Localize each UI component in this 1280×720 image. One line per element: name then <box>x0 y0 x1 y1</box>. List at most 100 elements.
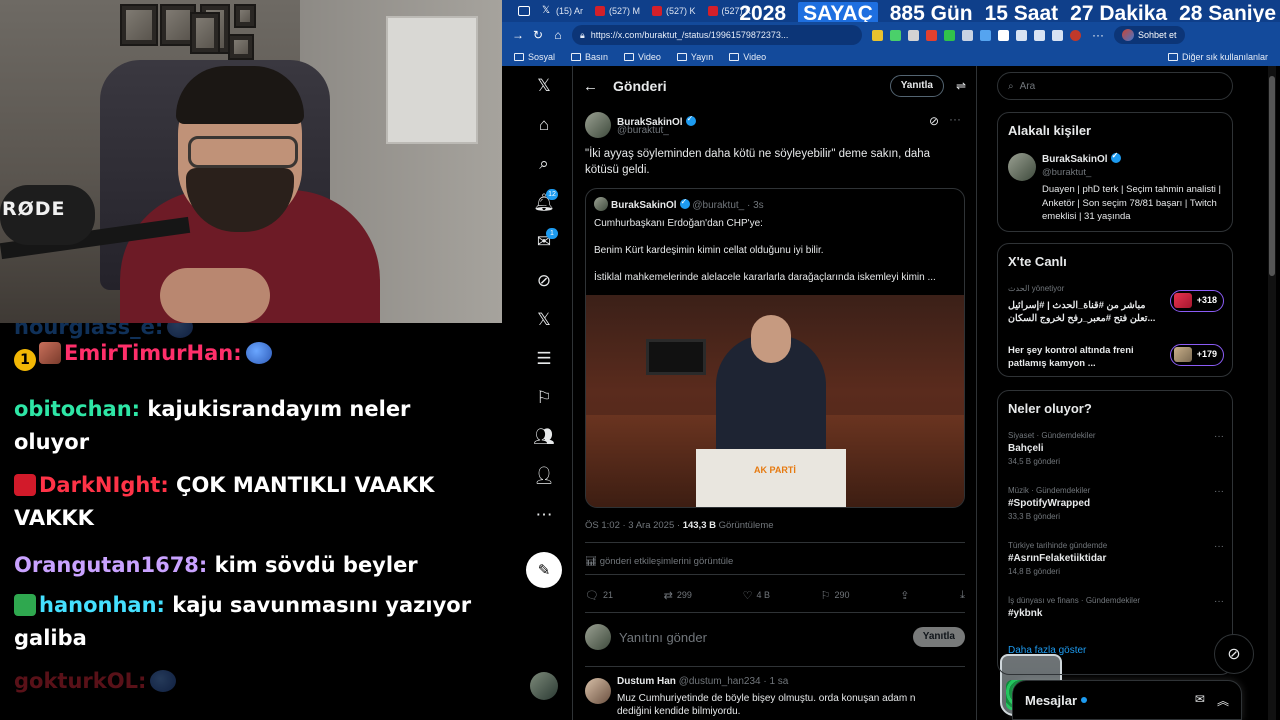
trend-more-icon[interactable]: ··· <box>1214 541 1224 552</box>
trend-item[interactable]: Müzik · Gündemdekiler #SpotifyWrapped 33,3… <box>1008 486 1224 521</box>
related-people-card: Alakalı kişiler BurakSakinOl @buraktut_ … <box>997 112 1233 232</box>
reply-avatar[interactable] <box>585 678 611 704</box>
chat-username[interactable]: DarkNIght: <box>39 473 169 497</box>
grok-floating-button[interactable]: ⊘ <box>1214 634 1254 674</box>
new-message-icon[interactable]: ✉ <box>1195 692 1205 709</box>
live-item[interactable]: Her şey kontrol altında freni patlamış k… <box>1008 344 1224 370</box>
messages-drawer[interactable]: Mesajlar ✉ ︽ <box>1012 680 1242 720</box>
reply-author-name[interactable]: Dustum Han <box>617 676 676 687</box>
bookmark-folder[interactable]: Sosyal <box>514 52 555 62</box>
chat-username[interactable]: obitochan: <box>14 397 140 421</box>
extensions-icon[interactable] <box>1052 29 1063 41</box>
reply-header-button[interactable]: Yanıtla <box>889 75 944 97</box>
quoted-line: Benim Kürt kardeşimin kimin cellat olduğ… <box>594 245 824 256</box>
trend-more-icon[interactable]: ··· <box>1214 596 1224 607</box>
home-icon[interactable]: ⌂ <box>524 105 564 145</box>
copilot-chat-button[interactable]: Sohbet et <box>1114 26 1185 44</box>
extension-icon[interactable] <box>980 29 991 41</box>
show-more-link[interactable]: Daha fazla göster <box>1008 645 1086 656</box>
browser-tab[interactable]: 𝕏 (15) Ar <box>536 0 589 22</box>
reply-submit-button[interactable]: Yanıtla <box>912 627 965 647</box>
profile-avatar-icon[interactable] <box>1070 29 1081 41</box>
bookmark-folder[interactable]: Yayın <box>676 52 713 62</box>
profile-icon[interactable]: 👤︎ <box>524 456 564 496</box>
scrollbar-thumb[interactable] <box>1269 76 1275 276</box>
home-icon[interactable]: ⌂ <box>548 28 568 42</box>
x-logo-icon[interactable]: 𝕏 <box>524 66 564 106</box>
bookmark-folder[interactable]: Video <box>729 52 766 62</box>
browser-tab[interactable]: (527) M <box>589 0 646 22</box>
favorites-icon[interactable] <box>1016 29 1027 41</box>
view-engagements-link[interactable]: 📊︎ gönderi etkileşimlerini görüntüle <box>585 556 733 567</box>
chat-username[interactable]: hanonhan: <box>39 593 165 617</box>
chat-username[interactable]: Orangutan1678: <box>14 553 207 577</box>
more-icon[interactable]: ⋯ <box>524 495 564 535</box>
scrollbar[interactable] <box>1268 66 1276 720</box>
extension-icon[interactable] <box>890 29 901 41</box>
verified-badge-icon <box>1110 151 1121 163</box>
quoted-post[interactable]: BurakSakinOl @buraktut_ · 3s Cumhurbaşka… <box>585 188 965 508</box>
trend-more-icon[interactable]: ··· <box>1214 486 1224 497</box>
bookmark-folder[interactable]: Video <box>624 52 661 62</box>
communities-icon[interactable]: 👥︎ <box>524 417 564 457</box>
wall-frame <box>190 12 220 54</box>
search-field[interactable]: ⌕ Ara <box>997 72 1233 100</box>
reload-icon[interactable]: ↻ <box>528 28 548 42</box>
tab-actions-icon[interactable] <box>518 6 530 16</box>
bookmarks-icon[interactable]: ⚐ <box>524 378 564 418</box>
url-field[interactable]: 🔒︎ https://x.com/buraktut_/status/199615… <box>572 25 862 45</box>
share-action[interactable]: ⇪ <box>900 586 909 604</box>
extension-icon[interactable] <box>944 29 955 41</box>
reply-action[interactable]: 🗨︎ 21 <box>585 586 613 604</box>
reply-input[interactable]: Yanıtını gönder <box>619 630 707 645</box>
post-more-icon[interactable]: ··· <box>949 112 961 126</box>
reply-author-handle: @dustum_han234 · 1 sa <box>678 676 789 687</box>
quoted-author-handle: @buraktut_ <box>692 200 745 211</box>
live-item[interactable]: الحدث yönetiyor مباشر من #قناة_الحدث | #… <box>1008 284 1224 325</box>
post-time[interactable]: ÖS 1:02 · 3 Ara 2025 · <box>585 520 680 531</box>
messages-icon[interactable]: ✉ 1 <box>524 222 564 262</box>
grok-icon[interactable]: ⊘ <box>929 114 939 128</box>
browser-tab[interactable]: (527) K <box>646 0 702 22</box>
account-avatar[interactable] <box>530 672 558 700</box>
divider <box>585 666 965 667</box>
forward-icon[interactable]: → <box>508 28 528 42</box>
expand-icon[interactable]: ︽ <box>1217 692 1229 709</box>
download-action[interactable]: ⤓ <box>960 586 965 604</box>
bookmark-action[interactable]: ⚐ 290 <box>821 586 850 604</box>
trend-item[interactable]: İş dünyası ve finans · Gündemdekiler #ykb… <box>1008 596 1224 622</box>
premium-icon[interactable]: 𝕏 <box>524 300 564 340</box>
quoted-text: Cumhurbaşkanı Erdoğan'dan CHP'ye: Benim … <box>594 217 956 298</box>
chat-username[interactable]: EmirTimurHan: <box>64 341 242 365</box>
bookmark-folder[interactable]: Basın <box>571 52 608 62</box>
view-count: 143,3 B <box>682 520 716 531</box>
trend-item[interactable]: Siyaset · Gündemdekiler Bahçeli 34,5 B gön… <box>1008 431 1224 466</box>
grok-icon[interactable]: ⊘ <box>524 261 564 301</box>
author-avatar[interactable] <box>585 112 611 138</box>
related-name-row[interactable]: BurakSakinOl <box>1042 151 1121 165</box>
other-bookmarks[interactable]: Diğer sık kullanılanlar <box>1167 52 1268 62</box>
repost-action[interactable]: ⇄ 299 <box>664 586 692 604</box>
back-arrow-icon[interactable]: ← <box>583 78 613 95</box>
trend-item[interactable]: Türkiye tarihinde gündemde #AsrınFelaketi… <box>1008 541 1224 576</box>
chat-username[interactable]: gokturkOL: <box>14 669 146 693</box>
extension-icon[interactable] <box>872 29 883 41</box>
search-icon[interactable]: ⌕ <box>524 144 564 184</box>
split-view-icon[interactable] <box>998 29 1009 41</box>
composer-avatar <box>585 624 611 650</box>
compose-post-button[interactable]: ✎ <box>526 552 562 588</box>
heart-icon: ♡ <box>742 589 753 602</box>
notifications-icon[interactable]: 🔔︎ 12 <box>524 183 564 223</box>
like-action[interactable]: ♡ 4 B <box>743 586 770 604</box>
related-avatar[interactable] <box>1008 153 1036 181</box>
collections-icon[interactable] <box>1034 29 1045 41</box>
settings-sliders-icon[interactable]: ⇌ <box>956 79 966 93</box>
extension-icon[interactable] <box>908 29 919 41</box>
quoted-video-thumbnail[interactable]: AK PARTİ <box>586 295 964 507</box>
extension-icon[interactable] <box>926 29 937 41</box>
extension-icon[interactable] <box>962 29 973 41</box>
more-icon[interactable]: ··· <box>1088 28 1108 42</box>
trend-name: #SpotifyWrapped <box>1008 498 1091 509</box>
lists-icon[interactable]: ☰ <box>524 339 564 379</box>
trend-more-icon[interactable]: ··· <box>1214 431 1224 442</box>
